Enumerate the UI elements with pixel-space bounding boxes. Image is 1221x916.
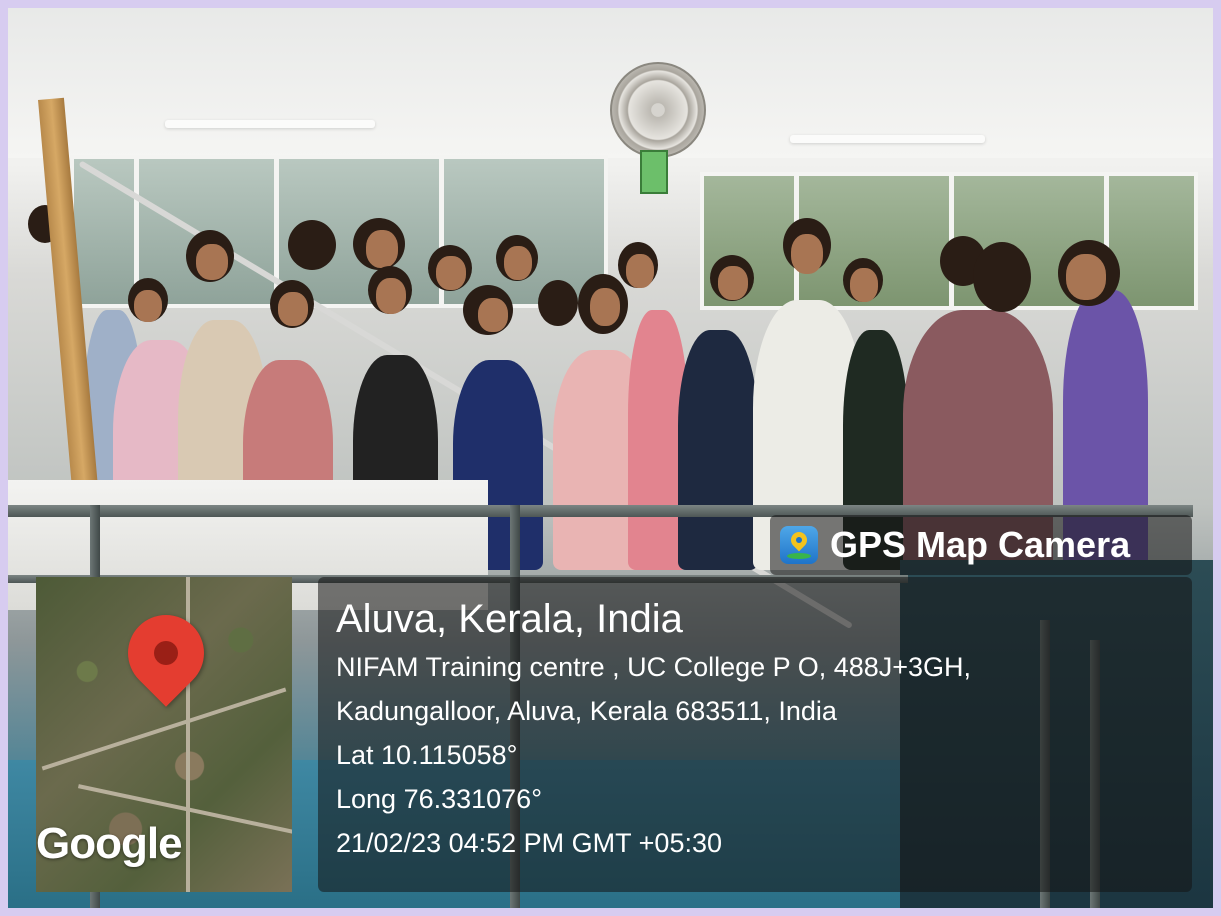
tube-light [165, 120, 375, 128]
location-info-panel: Google Aluva, Kerala, India NIFAM Traini… [36, 577, 1192, 892]
gps-map-camera-badge: GPS Map Camera [770, 515, 1192, 575]
latitude-label: Lat 10.115058° [336, 740, 518, 770]
address-line-2: Kadungalloor, Aluva, Kerala 683511, Indi… [336, 696, 837, 726]
gps-app-name: GPS Map Camera [830, 524, 1131, 565]
city-label: Aluva, Kerala, India [336, 597, 683, 641]
gps-map-camera-app-icon [780, 526, 818, 564]
map-thumbnail: Google [36, 577, 292, 892]
ceiling [8, 8, 1213, 158]
fan-mount [640, 150, 668, 194]
google-logo: Google [36, 819, 183, 868]
datetime-label: 21/02/23 04:52 PM GMT +05:30 [336, 828, 723, 858]
wall-fan [610, 62, 706, 158]
map-pin-dot [154, 641, 178, 665]
address-line-1: NIFAM Training centre , UC College P O, … [336, 652, 972, 682]
tube-light [790, 135, 985, 143]
address-box: Aluva, Kerala, India NIFAM Training cent… [318, 577, 1192, 892]
longitude-label: Long 76.331076° [336, 784, 542, 814]
